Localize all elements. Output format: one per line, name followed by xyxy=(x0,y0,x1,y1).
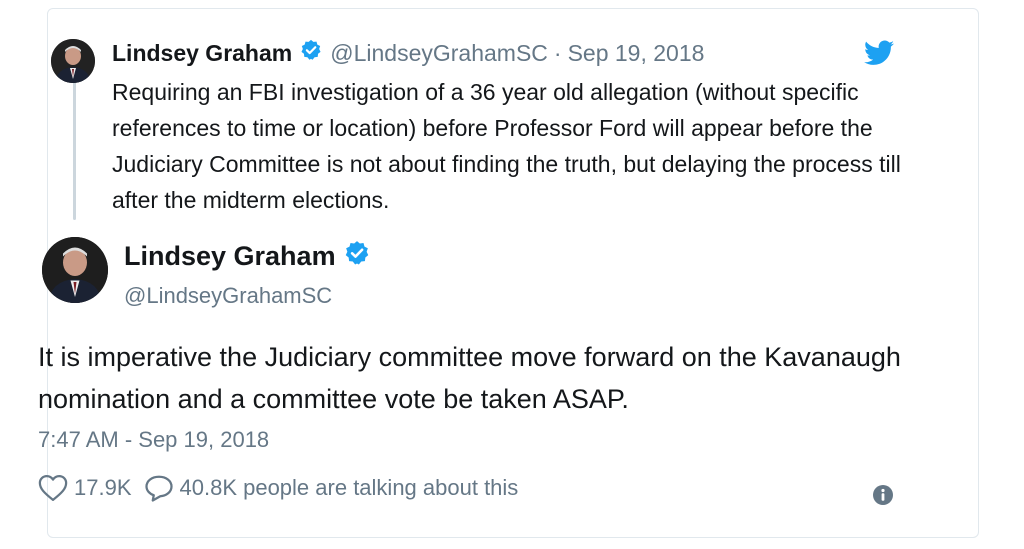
tweet-timestamp[interactable]: 7:47 AM - Sep 19, 2018 xyxy=(38,427,269,453)
heart-icon xyxy=(38,474,68,502)
parent-tweet-avatar[interactable] xyxy=(51,39,95,83)
people-talking-count: 40.8K people are talking about this xyxy=(179,475,519,500)
parent-tweet-text: Requiring an FBI investigation of a 36 y… xyxy=(112,79,901,213)
main-author-name[interactable]: Lindsey Graham xyxy=(124,241,336,272)
thread-connector-line xyxy=(73,80,76,220)
speech-bubble-icon xyxy=(144,474,174,502)
like-count: 17.9K xyxy=(74,475,132,500)
parent-tweet-date[interactable]: Sep 19, 2018 xyxy=(568,40,705,67)
parent-tweet-header: Lindsey Graham @LindseyGrahamSC · Sep 19… xyxy=(112,38,704,68)
main-author-handle[interactable]: @LindseyGrahamSC xyxy=(124,283,332,309)
main-tweet-avatar[interactable] xyxy=(42,237,108,303)
conversation-button[interactable]: 40.8K people are talking about this xyxy=(144,474,519,502)
parent-author-handle[interactable]: @LindseyGrahamSC xyxy=(330,40,548,67)
info-icon[interactable] xyxy=(872,484,894,506)
verified-badge-icon xyxy=(344,240,370,273)
twitter-bird-icon[interactable] xyxy=(864,40,894,66)
main-tweet-text: It is imperative the Judiciary committee… xyxy=(38,342,901,414)
verified-badge-icon xyxy=(300,39,322,67)
main-author-name-row: Lindsey Graham xyxy=(124,240,370,273)
tweet-actions: 17.9K 40.8K people are talking about thi… xyxy=(38,474,518,502)
header-separator: · xyxy=(553,39,562,66)
like-button[interactable]: 17.9K xyxy=(38,474,132,502)
parent-author-name[interactable]: Lindsey Graham xyxy=(112,40,292,67)
